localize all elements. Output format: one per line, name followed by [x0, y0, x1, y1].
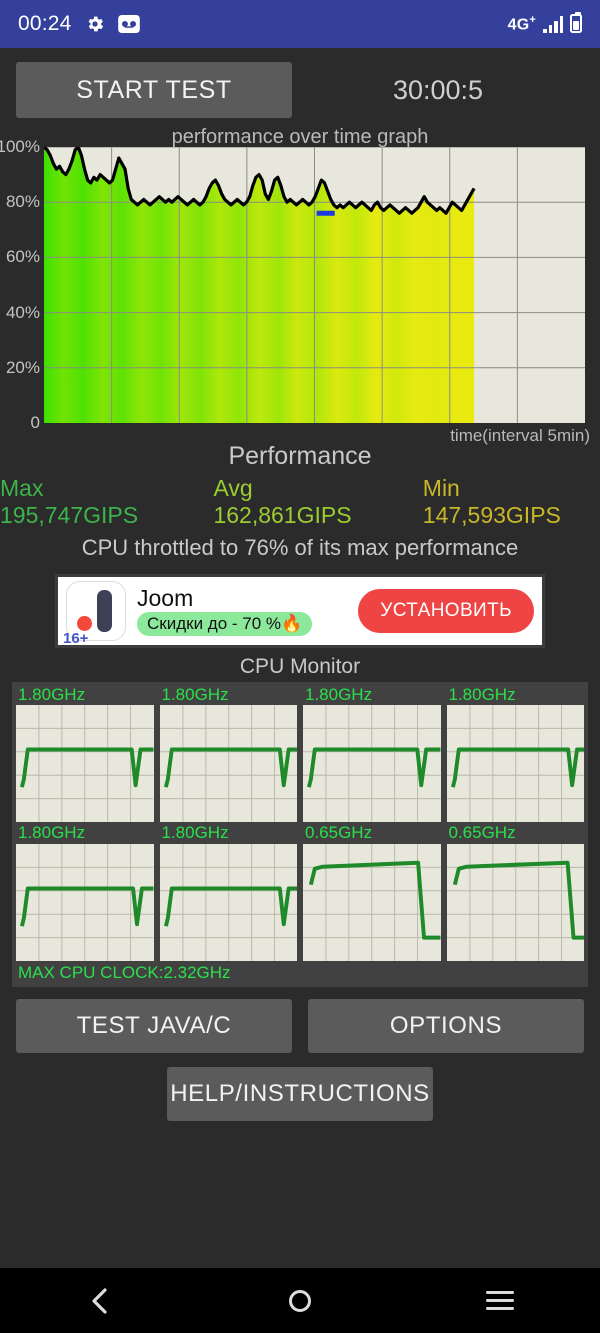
graph-y-tick-label: 60%	[5, 247, 40, 267]
cpu-core-chart	[16, 843, 154, 961]
cpu-core-frequency: 1.80GHz	[161, 823, 229, 843]
cpu-core-cell: 1.80GHz	[446, 684, 584, 823]
performance-graph: performance over time graph 100% 80% 60% 40…	[0, 126, 600, 445]
cpu-core-cell: 1.80GHz	[16, 822, 154, 961]
help-instructions-button[interactable]: HELP/INSTRUCTIONS	[167, 1066, 433, 1121]
cpu-core-chart	[303, 705, 441, 823]
network-type-label: 4G+	[507, 13, 536, 34]
graph-y-tick-label: 100%	[0, 137, 40, 156]
back-chevron-icon	[92, 1287, 107, 1314]
status-time: 00:24	[18, 12, 72, 35]
cpu-monitor-panel: 1.80GHz 1.80GHz 1.80GHz 1.80GHz 1.80GHz 1.80…	[12, 682, 588, 987]
cpu-core-frequency: 0.65GHz	[305, 823, 373, 843]
cpu-core-frequency: 1.80GHz	[305, 685, 373, 704]
graph-area-fill	[44, 147, 475, 423]
app-screen: 00:24 4G+ START TEST 30:00:5 performance…	[0, 0, 600, 1333]
help-button-row: HELP/INSTRUCTIONS	[0, 1053, 600, 1121]
status-bar-left: 00:24	[18, 12, 140, 36]
system-navigation-bar	[0, 1268, 600, 1333]
nav-recents-button[interactable]	[400, 1268, 600, 1333]
cpu-core-frequency: 1.80GHz	[18, 685, 86, 704]
ad-text-block: Joom Скидки до - 70 %🔥	[137, 584, 313, 636]
cpu-core-row-bottom: 1.80GHz 1.80GHz 0.65GHz 0.65GHz	[16, 822, 584, 961]
graph-y-tick-label: 40%	[5, 302, 40, 322]
graph-y-tick-label: 0	[30, 413, 40, 432]
performance-heading: Performance	[228, 442, 372, 470]
cpu-monitor-title: CPU Monitor	[239, 655, 361, 678]
nav-home-button[interactable]	[200, 1268, 400, 1333]
recents-menu-icon	[486, 1291, 514, 1310]
test-timer: 30:00:5	[392, 74, 484, 105]
cpu-max-clock-label: MAX CPU CLOCK:2.32GHz	[18, 962, 231, 982]
cpu-core-frequency: 1.80GHz	[448, 685, 516, 704]
battery-icon	[570, 12, 582, 34]
cpu-core-chart	[303, 843, 441, 961]
graph-plot-area	[42, 145, 585, 423]
joom-dot-icon	[77, 616, 92, 631]
status-bar: 00:24 4G+	[0, 0, 600, 48]
cpu-core-cell: 1.80GHz	[159, 822, 297, 961]
ad-install-button[interactable]: УСТАНОВИТЬ	[358, 589, 534, 633]
performance-min: Min 147,593GIPS	[422, 475, 561, 528]
ad-promo-pill: Скидки до - 70 %🔥	[137, 611, 313, 636]
joom-logo-icon	[97, 590, 112, 632]
ad-brand-title: Joom	[137, 584, 194, 611]
cpu-core-cell: 1.80GHz	[16, 684, 154, 823]
cpu-core-chart	[16, 705, 154, 823]
action-button-row: TEST JAVA/C OPTIONS	[0, 987, 600, 1053]
ad-banner[interactable]: 16+ Joom Скидки до - 70 %🔥 УСТАНОВИТЬ	[55, 574, 545, 648]
cpu-core-frequency: 0.65GHz	[448, 823, 516, 843]
performance-stats: Max 195,747GIPS Avg 162,861GIPS Min 147,…	[0, 475, 600, 529]
performance-avg: Avg 162,861GIPS	[213, 475, 352, 528]
graph-title: performance over time graph	[171, 126, 429, 148]
cpu-core-cell: 0.65GHz	[446, 822, 584, 961]
graph-x-axis-caption: time(interval 5min)	[450, 426, 590, 445]
cpu-core-cell: 0.65GHz	[303, 822, 441, 961]
status-bar-right: 4G+	[507, 12, 582, 34]
graph-y-tick-label: 20%	[5, 357, 40, 377]
signal-bars-icon	[543, 15, 563, 33]
cpu-core-frequency: 1.80GHz	[18, 823, 86, 843]
throttle-note: CPU throttled to 76% of its max performa…	[81, 535, 519, 560]
cpu-core-cell: 1.80GHz	[159, 684, 297, 823]
cpu-core-cell: 1.80GHz	[303, 684, 441, 823]
cpu-core-chart	[159, 705, 297, 823]
top-controls: START TEST 30:00:5	[0, 48, 600, 124]
performance-max: Max 195,747GIPS	[0, 475, 139, 528]
cpu-core-chart	[446, 705, 584, 823]
cpu-core-chart	[446, 843, 584, 961]
gear-icon	[88, 16, 103, 32]
nav-back-button[interactable]	[0, 1268, 200, 1333]
cpu-core-row-top: 1.80GHz 1.80GHz 1.80GHz 1.80GHz	[16, 684, 584, 823]
home-circle-icon	[289, 1289, 311, 1312]
performance-chart-svg	[42, 145, 585, 423]
cpu-core-frequency: 1.80GHz	[161, 685, 229, 704]
voicemail-icon	[117, 15, 140, 33]
start-test-button[interactable]: START TEST	[16, 62, 292, 118]
cpu-core-chart	[159, 843, 297, 961]
options-button[interactable]: OPTIONS	[308, 998, 584, 1053]
ad-age-rating: 16+	[63, 630, 89, 647]
graph-y-tick-label: 80%	[5, 192, 40, 212]
test-java-c-button[interactable]: TEST JAVA/C	[16, 998, 292, 1053]
